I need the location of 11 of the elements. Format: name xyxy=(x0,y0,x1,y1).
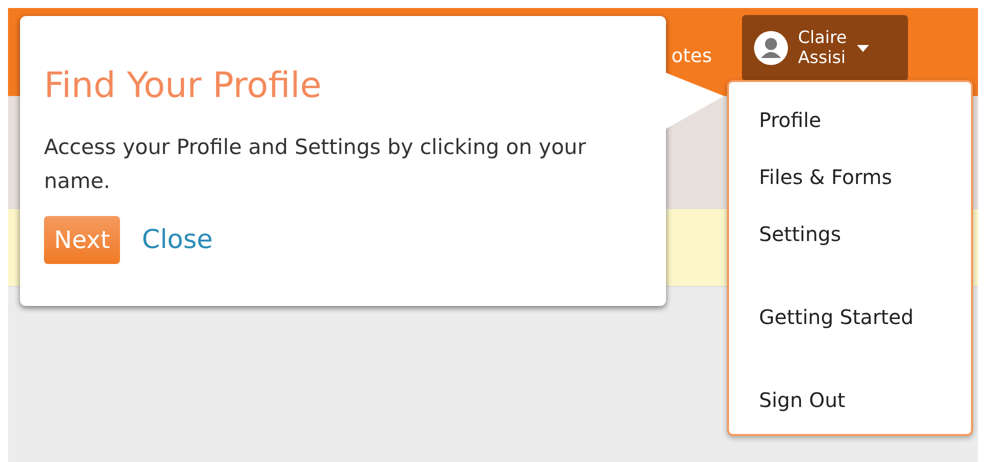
popover-text: Access your Profile and Settings by clicking on your name. xyxy=(44,134,587,195)
menu-item[interactable]: Settings xyxy=(759,222,971,279)
menu-item[interactable]: Sign Out xyxy=(759,388,971,412)
close-link[interactable]: Close xyxy=(142,225,213,255)
avatar-icon xyxy=(754,31,788,65)
popover-title: Find Your Profile xyxy=(44,66,323,106)
menu-item[interactable]: Getting Started xyxy=(759,305,971,362)
caret-icon xyxy=(856,44,869,52)
user-menu-button[interactable]: Claire Assisi xyxy=(742,15,908,81)
menu-item[interactable]: Profile xyxy=(759,108,971,165)
menu-item[interactable]: Files & Forms xyxy=(759,165,971,222)
